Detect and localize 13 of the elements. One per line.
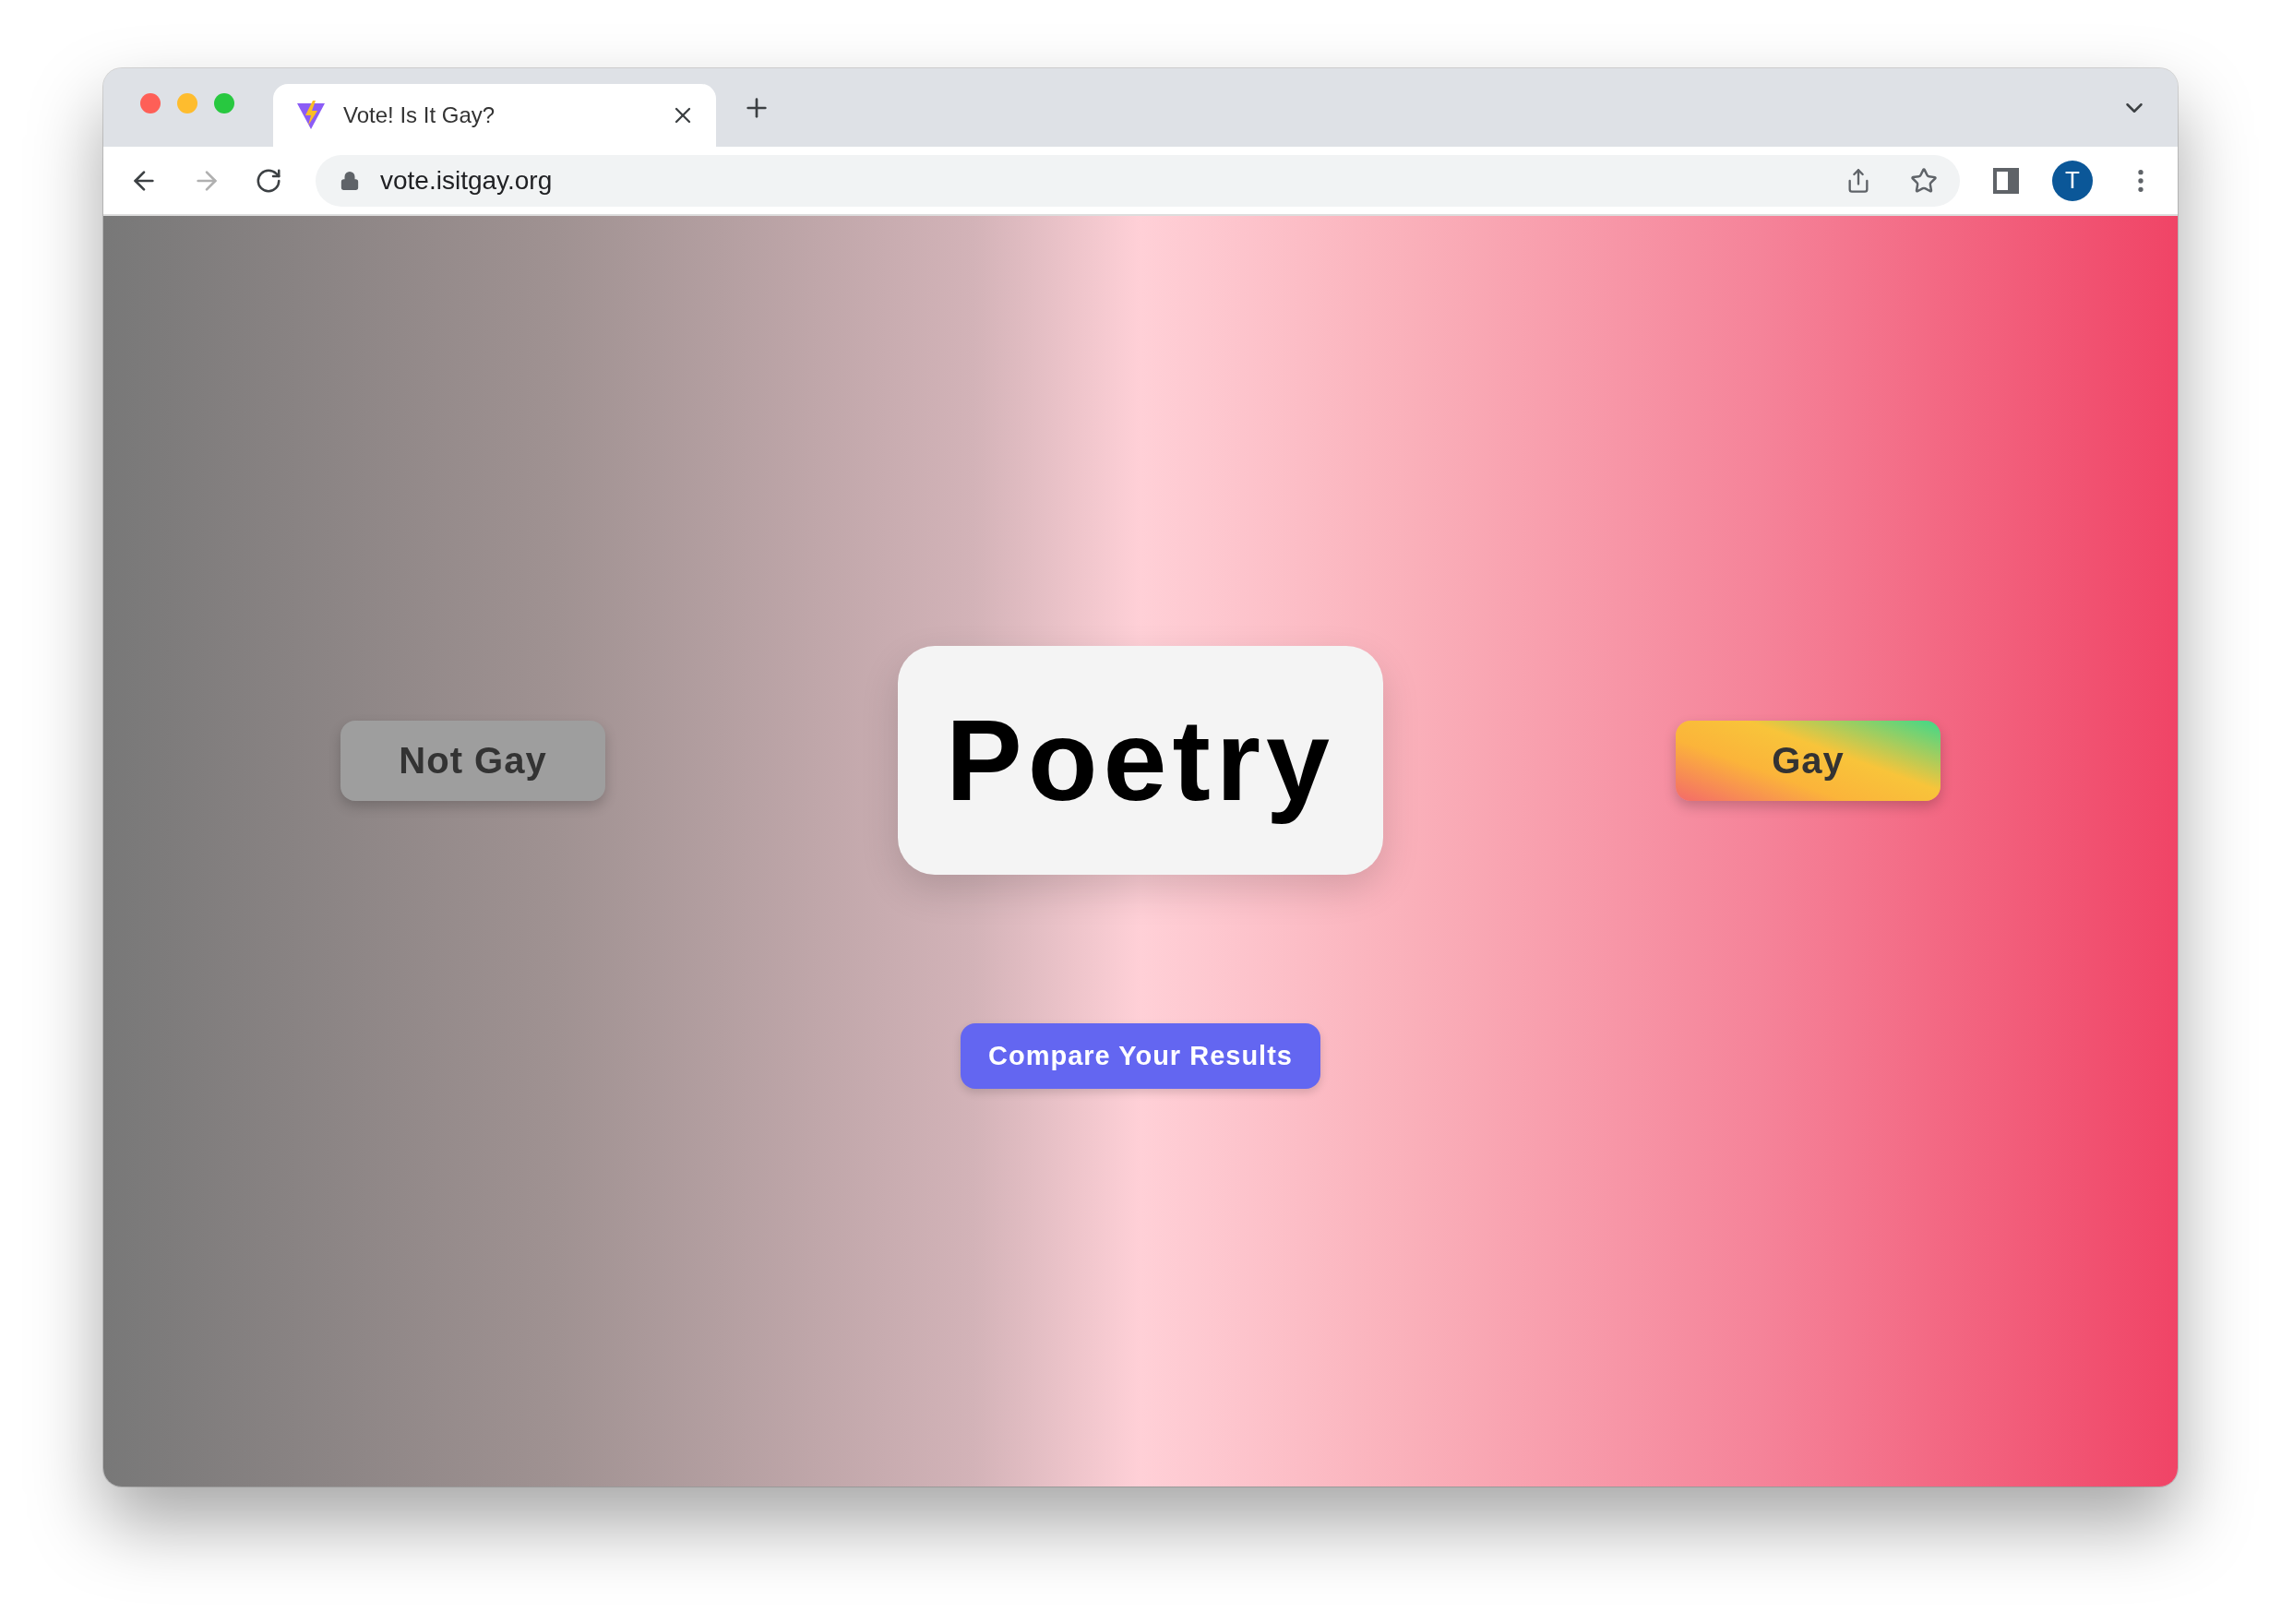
browser-tab[interactable]: Vote! Is It Gay? — [273, 84, 716, 147]
lock-icon — [340, 170, 360, 191]
lightning-logo-icon — [295, 100, 327, 131]
not-vote-button[interactable]: Not Gay — [340, 720, 605, 801]
topic-card: Poetry — [898, 646, 1383, 875]
compare-results-button[interactable]: Compare Your Results — [961, 1023, 1320, 1089]
side-panel-icon[interactable] — [1993, 167, 2019, 194]
gay-vote-button[interactable]: Gay — [1676, 720, 1941, 801]
star-icon[interactable] — [1910, 166, 1938, 195]
url-text: vote.isitgay.org — [380, 165, 554, 196]
tab-title: Vote! Is It Gay? — [343, 102, 496, 128]
profile-avatar[interactable]: T — [2052, 160, 2093, 201]
address-bar[interactable]: vote.isitgay.org — [316, 154, 1960, 207]
